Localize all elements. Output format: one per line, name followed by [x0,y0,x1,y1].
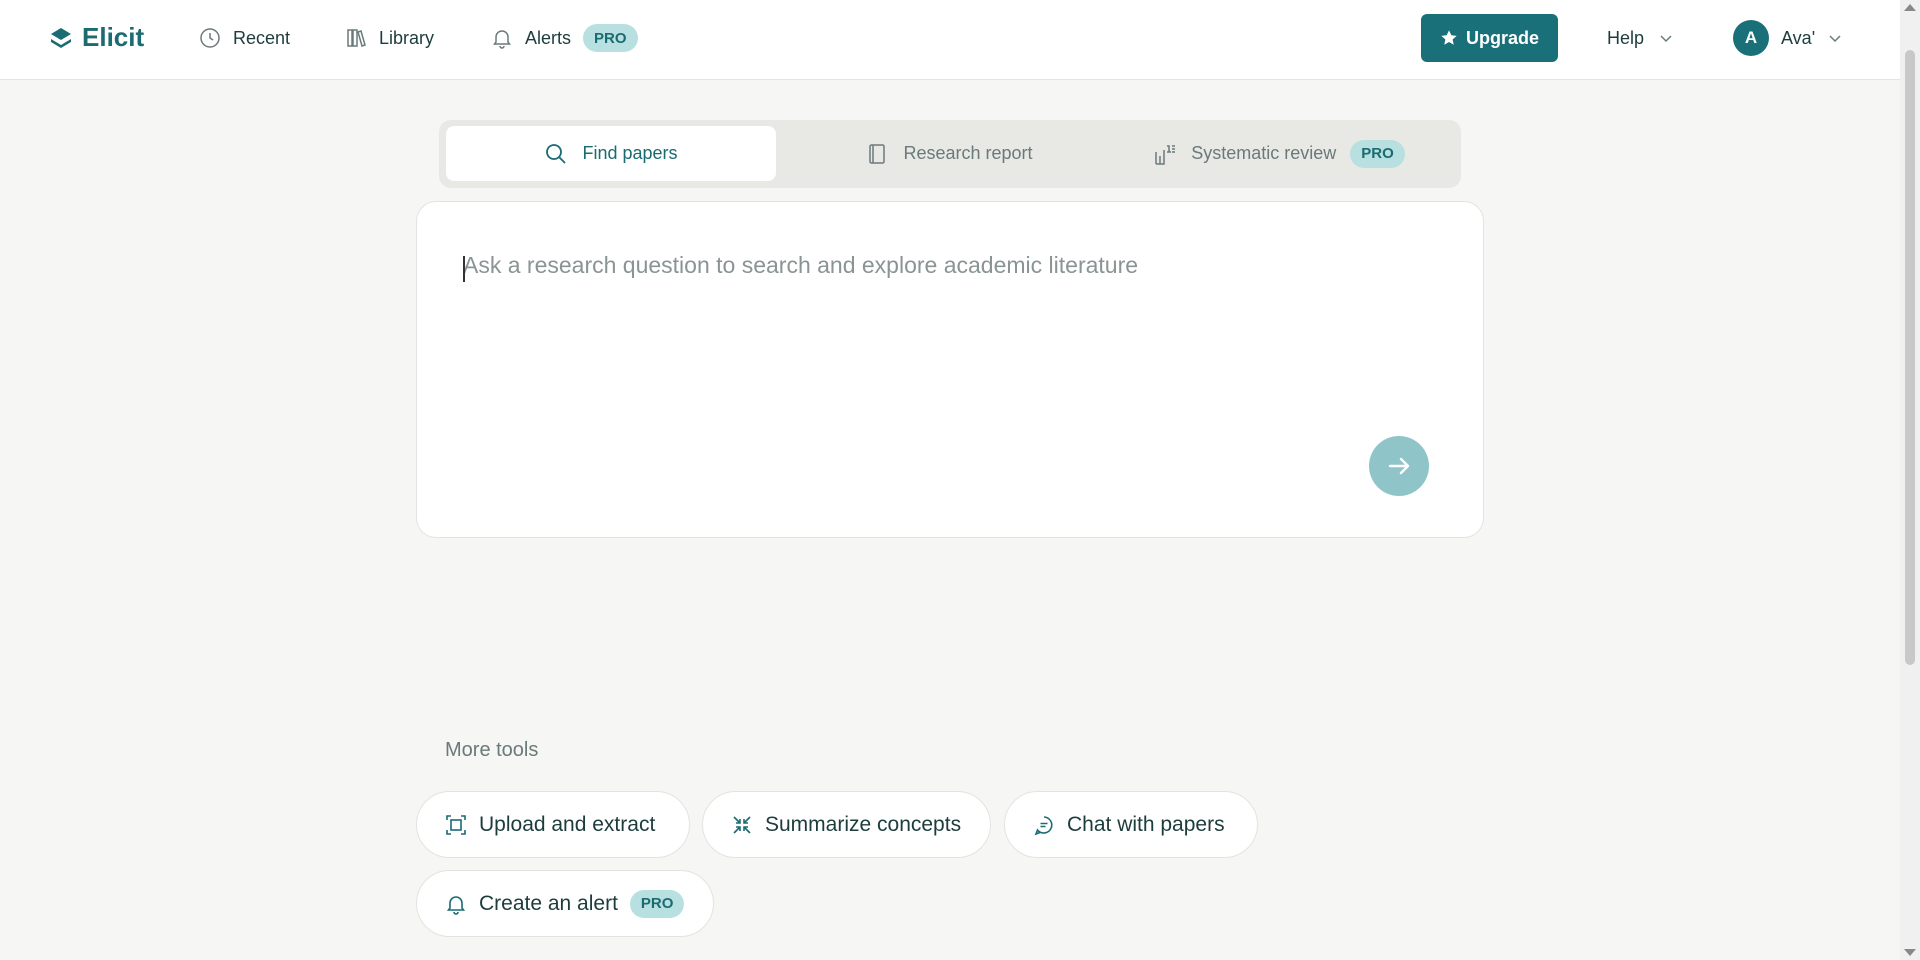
text-caret [463,256,465,282]
bell-icon [493,30,511,49]
help-label: Help [1607,27,1645,48]
tab-research-report-label: Research report [903,143,1033,163]
book-icon [869,143,886,164]
chevron-down-icon [1660,35,1672,43]
top-header: Elicit Recent Library Alerts PRO Upgrade… [0,0,1900,80]
tab-research-report[interactable]: Research report [799,126,1099,181]
tab-find-papers-label: Find papers [582,143,678,163]
nav-recent[interactable]: Recent [199,22,290,54]
pro-badge: PRO [583,24,638,52]
compress-icon [733,815,751,834]
nav-alerts-label: Alerts [525,27,572,48]
logo-text: Elicit [82,22,145,52]
nav-alerts[interactable]: Alerts PRO [491,22,638,54]
summarize-concepts-button[interactable]: Summarize concepts [702,791,991,858]
chat-icon [1034,815,1053,835]
tool-label: Summarize concepts [765,812,962,836]
upload-and-extract-button[interactable]: Upload and extract [416,791,690,858]
chat-with-papers-button[interactable]: Chat with papers [1004,791,1258,858]
pro-badge: PRO [629,889,685,918]
user-name: Ava' [1781,27,1816,48]
pro-badge: PRO [1350,139,1405,168]
chevron-down-icon [1829,35,1841,43]
tool-label: Create an alert [479,891,618,915]
research-question-input[interactable] [463,252,1423,279]
scroll-down-arrow[interactable] [1904,949,1916,956]
scroll-up-arrow[interactable] [1904,4,1916,11]
bell-icon [446,895,466,915]
arrow-right-icon [1388,457,1410,475]
elicit-logo[interactable]: Elicit [48,22,144,53]
scan-icon [446,814,466,835]
nav-library[interactable]: Library [345,22,434,54]
elicit-logo-icon [51,27,71,48]
tab-find-papers[interactable]: Find papers [446,126,776,181]
scrollbar-thumb[interactable] [1905,50,1915,665]
tab-systematic-review[interactable]: Systematic review PRO [1109,126,1449,181]
books-icon [347,29,366,47]
upgrade-button[interactable]: Upgrade [1421,14,1558,62]
create-an-alert-button[interactable]: Create an alert PRO [416,870,714,937]
clock-icon [200,28,220,48]
mode-tabs: Find papers Research report Systematic r… [439,120,1461,188]
page-scrollbar[interactable] [1900,0,1920,960]
more-tools-heading: More tools [445,739,539,761]
ranked-list-icon [1155,144,1176,165]
star-icon [1441,30,1457,45]
avatar: A [1733,20,1769,56]
search-icon [546,143,567,164]
nav-library-label: Library [379,27,435,48]
search-card [416,201,1484,538]
tab-systematic-review-label: Systematic review [1191,143,1337,163]
upgrade-label: Upgrade [1465,27,1539,48]
user-menu[interactable]: A Ava' [1733,19,1843,57]
nav-recent-label: Recent [233,27,291,48]
tool-label: Upload and extract [479,812,656,836]
submit-search-button[interactable] [1369,436,1429,496]
tool-label: Chat with papers [1067,812,1225,836]
help-menu[interactable]: Help [1607,22,1674,54]
